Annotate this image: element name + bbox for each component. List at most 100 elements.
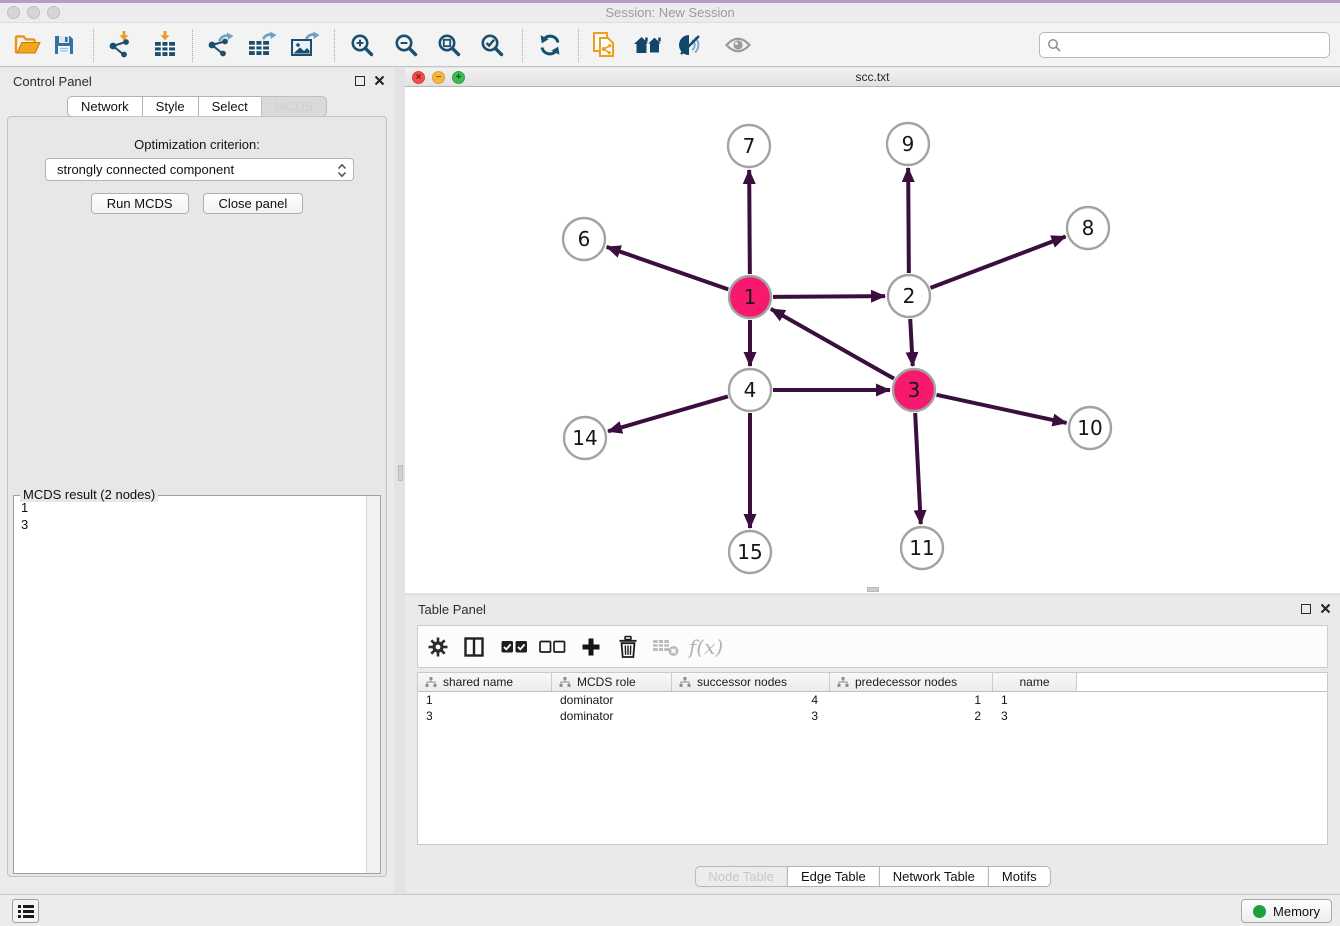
network-canvas[interactable]: 7 9 6 8 1 2 4 3 14 10 15 11	[405, 87, 1340, 592]
close-panel-icon[interactable]	[374, 75, 385, 86]
export-image-button[interactable]	[287, 28, 323, 62]
birdseye-view-button[interactable]	[720, 28, 756, 62]
checked-boxes-icon	[501, 640, 528, 654]
export-network-button[interactable]	[202, 28, 238, 62]
graph-node-3[interactable]: 3	[893, 369, 935, 411]
svg-text:2: 2	[903, 284, 916, 308]
zoom-selected-button[interactable]	[474, 28, 510, 62]
select-all-columns-button[interactable]	[497, 630, 531, 664]
show-hide-details-button[interactable]	[672, 28, 708, 62]
table-cell[interactable]: 4	[672, 693, 830, 707]
delete-table-button[interactable]	[649, 630, 683, 664]
column-header-successor-nodes[interactable]: successor nodes	[672, 673, 830, 691]
create-column-button[interactable]	[574, 630, 608, 664]
graph-node-8[interactable]: 8	[1067, 207, 1109, 249]
result-scrollbar[interactable]	[366, 496, 380, 873]
table-cell[interactable]: 3	[418, 709, 552, 723]
table-cell[interactable]: dominator	[552, 693, 672, 707]
table-cell[interactable]: dominator	[552, 709, 672, 723]
zoom-fit-button[interactable]	[431, 28, 467, 62]
save-session-button[interactable]	[46, 28, 82, 62]
table-panel-controls	[1301, 603, 1331, 614]
graph-node-10[interactable]: 10	[1069, 407, 1111, 449]
graph-edge-3-10[interactable]	[936, 395, 1066, 423]
list-icon	[17, 903, 35, 920]
first-neighbors-button[interactable]	[630, 28, 666, 62]
clone-network-button[interactable]	[586, 28, 622, 62]
table-settings-button[interactable]	[421, 630, 455, 664]
unselect-all-columns-button[interactable]	[535, 630, 569, 664]
mcds-result-text[interactable]: 1 3	[21, 499, 363, 870]
table-row[interactable]: 3dominator323	[418, 708, 1327, 724]
float-panel-icon[interactable]	[355, 76, 365, 86]
graph-edge-1-6[interactable]	[607, 247, 729, 289]
memory-button[interactable]: Memory	[1241, 899, 1332, 923]
table-cell[interactable]: 3	[993, 709, 1077, 723]
tab-style[interactable]: Style	[142, 96, 199, 117]
table-cell[interactable]: 1	[993, 693, 1077, 707]
open-session-button[interactable]	[9, 28, 45, 62]
graph-node-6[interactable]: 6	[563, 218, 605, 260]
canvas-resize-handle[interactable]	[867, 587, 879, 592]
graph-edge-1-7[interactable]	[749, 170, 750, 274]
tab-select[interactable]: Select	[198, 96, 262, 117]
column-tree-icon	[837, 677, 849, 688]
optimization-criterion-label: Optimization criterion:	[8, 137, 386, 152]
refresh-button[interactable]	[532, 28, 568, 62]
function-builder-button[interactable]: f(x)	[689, 630, 723, 664]
graph-node-7[interactable]: 7	[728, 125, 770, 167]
tab-network-table[interactable]: Network Table	[879, 866, 989, 887]
column-header-shared-name[interactable]: shared name	[418, 673, 552, 691]
graph-edge-3-1[interactable]	[771, 309, 894, 379]
table-body: 1dominator4113dominator323	[418, 692, 1327, 724]
svg-text:4: 4	[744, 378, 757, 402]
import-table-button[interactable]	[147, 28, 183, 62]
tab-mcds[interactable]: MCDS	[261, 96, 327, 117]
graph-edge-1-2[interactable]	[773, 296, 885, 297]
header-filler	[1077, 673, 1327, 691]
close-panel-button[interactable]: Close panel	[203, 193, 304, 214]
table-cell[interactable]: 1	[830, 693, 993, 707]
graph-edge-2-8[interactable]	[931, 237, 1066, 288]
task-history-button[interactable]	[12, 899, 39, 923]
zoom-in-button[interactable]	[344, 28, 380, 62]
graph-node-14[interactable]: 14	[564, 417, 606, 459]
panel-splitter-grip[interactable]	[398, 465, 403, 481]
graph-node-2[interactable]: 2	[888, 275, 930, 317]
tab-motifs[interactable]: Motifs	[988, 866, 1051, 887]
search-field[interactable]	[1039, 32, 1330, 58]
tab-network[interactable]: Network	[67, 96, 143, 117]
show-column-panel-button[interactable]	[457, 630, 491, 664]
zoom-out-button[interactable]	[388, 28, 424, 62]
column-header-mcds-role[interactable]: MCDS role	[552, 673, 672, 691]
search-input[interactable]	[1067, 35, 1329, 55]
table-cell[interactable]: 2	[830, 709, 993, 723]
table-cell[interactable]: 3	[672, 709, 830, 723]
graph-node-15[interactable]: 15	[729, 531, 771, 573]
graph-node-9[interactable]: 9	[887, 123, 929, 165]
table-row[interactable]: 1dominator411	[418, 692, 1327, 708]
float-panel-icon[interactable]	[1301, 604, 1311, 614]
network-graph[interactable]: 7 9 6 8 1 2 4 3 14 10 15 11	[405, 87, 1340, 592]
graph-node-11[interactable]: 11	[901, 527, 943, 569]
node-table: shared name MCDS role successor nodes pr…	[417, 672, 1328, 845]
column-header-name[interactable]: name	[993, 673, 1077, 691]
tab-node-table[interactable]: Node Table	[694, 866, 788, 887]
import-network-button[interactable]	[102, 28, 138, 62]
zoom-fit-icon	[436, 32, 462, 58]
criterion-select[interactable]: strongly connected component	[45, 158, 354, 181]
export-table-button[interactable]	[244, 28, 280, 62]
table-cell[interactable]: 1	[418, 693, 552, 707]
graph-edge-2-9[interactable]	[908, 168, 909, 273]
run-mcds-button[interactable]: Run MCDS	[91, 193, 189, 214]
close-panel-icon[interactable]	[1320, 603, 1331, 614]
column-header-predecessor-nodes[interactable]: predecessor nodes	[830, 673, 993, 691]
graph-node-1[interactable]: 1	[729, 276, 771, 318]
tab-edge-table[interactable]: Edge Table	[787, 866, 880, 887]
graph-node-4[interactable]: 4	[729, 369, 771, 411]
graph-edge-4-14[interactable]	[608, 396, 728, 431]
graph-edge-3-11[interactable]	[915, 413, 921, 524]
column-tree-icon	[679, 677, 691, 688]
delete-column-button[interactable]	[611, 630, 645, 664]
graph-edge-2-3[interactable]	[910, 319, 913, 366]
